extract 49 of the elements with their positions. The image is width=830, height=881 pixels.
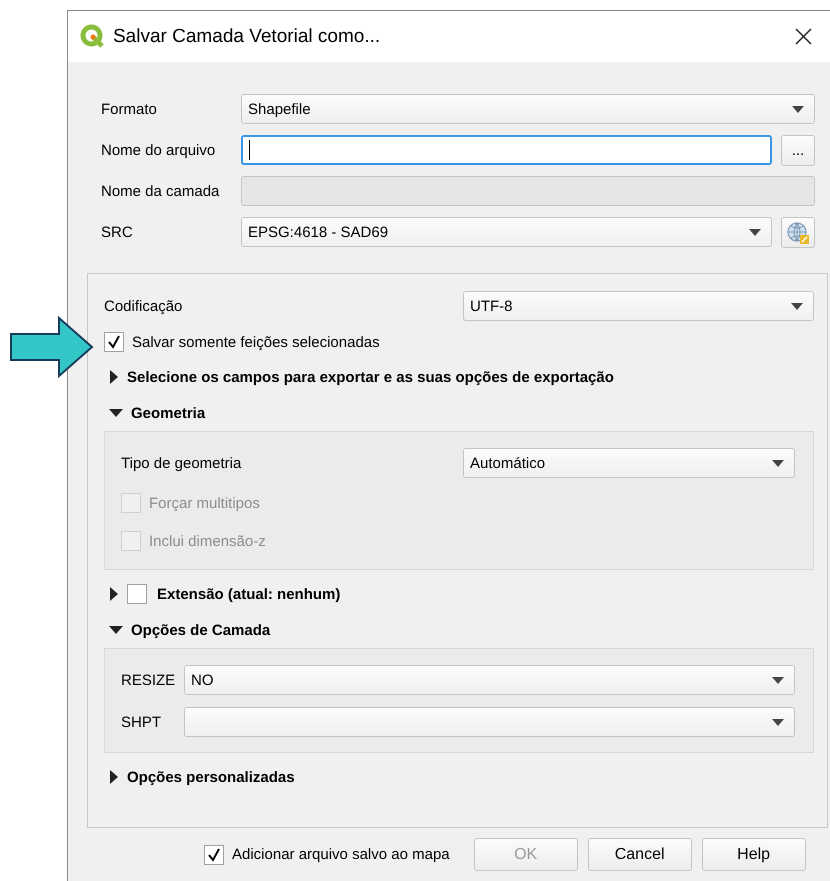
expanded-triangle-icon [109, 408, 123, 418]
field-label: Codificação [104, 298, 182, 314]
extent-checkbox[interactable] [127, 584, 147, 604]
section-header[interactable]: Opções de Camada [104, 618, 814, 642]
section-header[interactable]: Selecione os campos para exportar e as suas opções de exportação [104, 365, 814, 389]
field-label: Nome do arquivo [101, 142, 216, 159]
dropdown-arrow-icon [772, 718, 784, 726]
dropdown-arrow-icon [792, 106, 804, 112]
add-to-map-checkbox[interactable] [204, 844, 224, 864]
section-header[interactable]: Opções personalizadas [104, 765, 814, 789]
section-header[interactable]: Geometria [104, 401, 814, 425]
checkbox-label: Salvar somente feições selecionadas [132, 334, 380, 350]
crs-select-button[interactable] [781, 217, 815, 248]
field-label: Tipo de geometria [121, 454, 242, 472]
app-logo-icon [80, 24, 105, 49]
field-label: RESIZE [121, 672, 176, 688]
file-name-field[interactable] [241, 135, 772, 165]
close-icon [794, 28, 812, 45]
option-dropdown[interactable]: Automático [463, 448, 795, 478]
option-dropdown[interactable] [184, 707, 795, 737]
collapsed-triangle-icon [109, 770, 119, 784]
encoding-dropdown[interactable]: UTF-8 [463, 291, 814, 321]
dropdown-arrow-icon [791, 302, 803, 310]
arrow-icon [10, 316, 94, 378]
checkbox-label: Inclui dimensão-z [149, 532, 266, 550]
field-label: Nome da camada [101, 183, 220, 200]
dialog-button[interactable]: Cancel [588, 838, 692, 871]
browse-button[interactable]: ... [781, 135, 815, 166]
expanded-triangle-icon [109, 625, 123, 635]
checkmark-icon [107, 335, 121, 349]
field-label: SRC [101, 224, 134, 241]
dropdown-arrow-icon [772, 460, 784, 466]
collapsed-triangle-icon [109, 587, 119, 601]
field-label: Formato [101, 101, 158, 118]
globe-icon [786, 220, 810, 244]
format-dropdown[interactable]: Shapefile [241, 94, 815, 124]
checkbox-label: Adicionar arquivo salvo ao mapa [232, 846, 450, 863]
crs-dropdown[interactable]: EPSG:4618 - SAD69 [241, 217, 772, 247]
dropdown-arrow-icon [772, 676, 784, 684]
option-dropdown[interactable]: NO [184, 665, 795, 695]
section-header[interactable]: Extensão (atual: nenhum) [104, 582, 814, 606]
window-title: Salvar Camada Vetorial como... [113, 26, 382, 48]
selected-only-checkbox[interactable] [104, 332, 124, 352]
field-label: SHPT [121, 714, 162, 730]
dialog-button[interactable]: Help [702, 838, 806, 871]
checkbox-label: Forçar multitipos [149, 494, 260, 512]
collapsed-triangle-icon [109, 370, 119, 384]
checkmark-icon [207, 848, 221, 862]
dropdown-arrow-icon [749, 228, 761, 236]
